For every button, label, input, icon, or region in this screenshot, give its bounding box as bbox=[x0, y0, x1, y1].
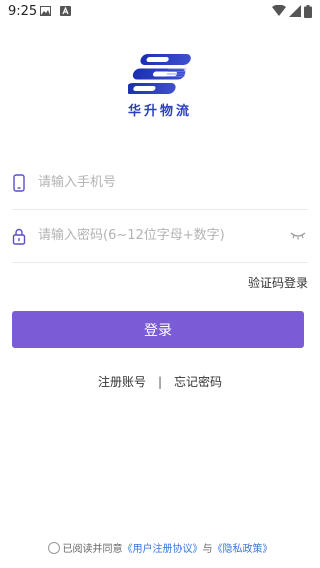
sms-login-link[interactable]: 验证码登录 bbox=[248, 274, 308, 291]
wifi-icon bbox=[272, 5, 286, 16]
brand-name: 华升物流 bbox=[127, 104, 192, 119]
lock-icon bbox=[12, 228, 26, 245]
phone-icon bbox=[13, 174, 25, 192]
company-logo bbox=[128, 54, 191, 94]
agreement-conjunction: 与 bbox=[202, 544, 213, 555]
privacy-policy-link[interactable]: 《隐私政策》 bbox=[213, 544, 273, 555]
agreement-row: 已阅读并同意《用户注册协议》与《隐私政策》 bbox=[0, 540, 320, 555]
status-time: 9:25 bbox=[8, 4, 38, 19]
forgot-password-link[interactable]: 忘记密码 bbox=[174, 375, 222, 389]
password-field bbox=[12, 210, 308, 263]
battery-icon bbox=[304, 5, 312, 18]
register-link[interactable]: 注册账号 bbox=[98, 375, 146, 389]
status-bar: 9:25 bbox=[0, 0, 320, 24]
password-input[interactable] bbox=[38, 210, 278, 260]
user-agreement-link[interactable]: 《用户注册协议》 bbox=[123, 544, 203, 555]
phone-field bbox=[12, 157, 308, 210]
image-icon bbox=[40, 6, 51, 16]
signal-icon bbox=[289, 5, 301, 17]
login-button[interactable]: 登录 bbox=[12, 311, 304, 348]
account-links: 注册账号 | 忘记密码 bbox=[0, 373, 320, 390]
font-a-icon bbox=[60, 6, 71, 16]
agreement-checkbox[interactable] bbox=[47, 542, 60, 554]
eye-closed-icon[interactable] bbox=[290, 230, 306, 240]
link-separator: | bbox=[157, 375, 163, 389]
agreement-prefix: 已阅读并同意 bbox=[62, 544, 123, 555]
phone-input[interactable] bbox=[38, 157, 278, 207]
